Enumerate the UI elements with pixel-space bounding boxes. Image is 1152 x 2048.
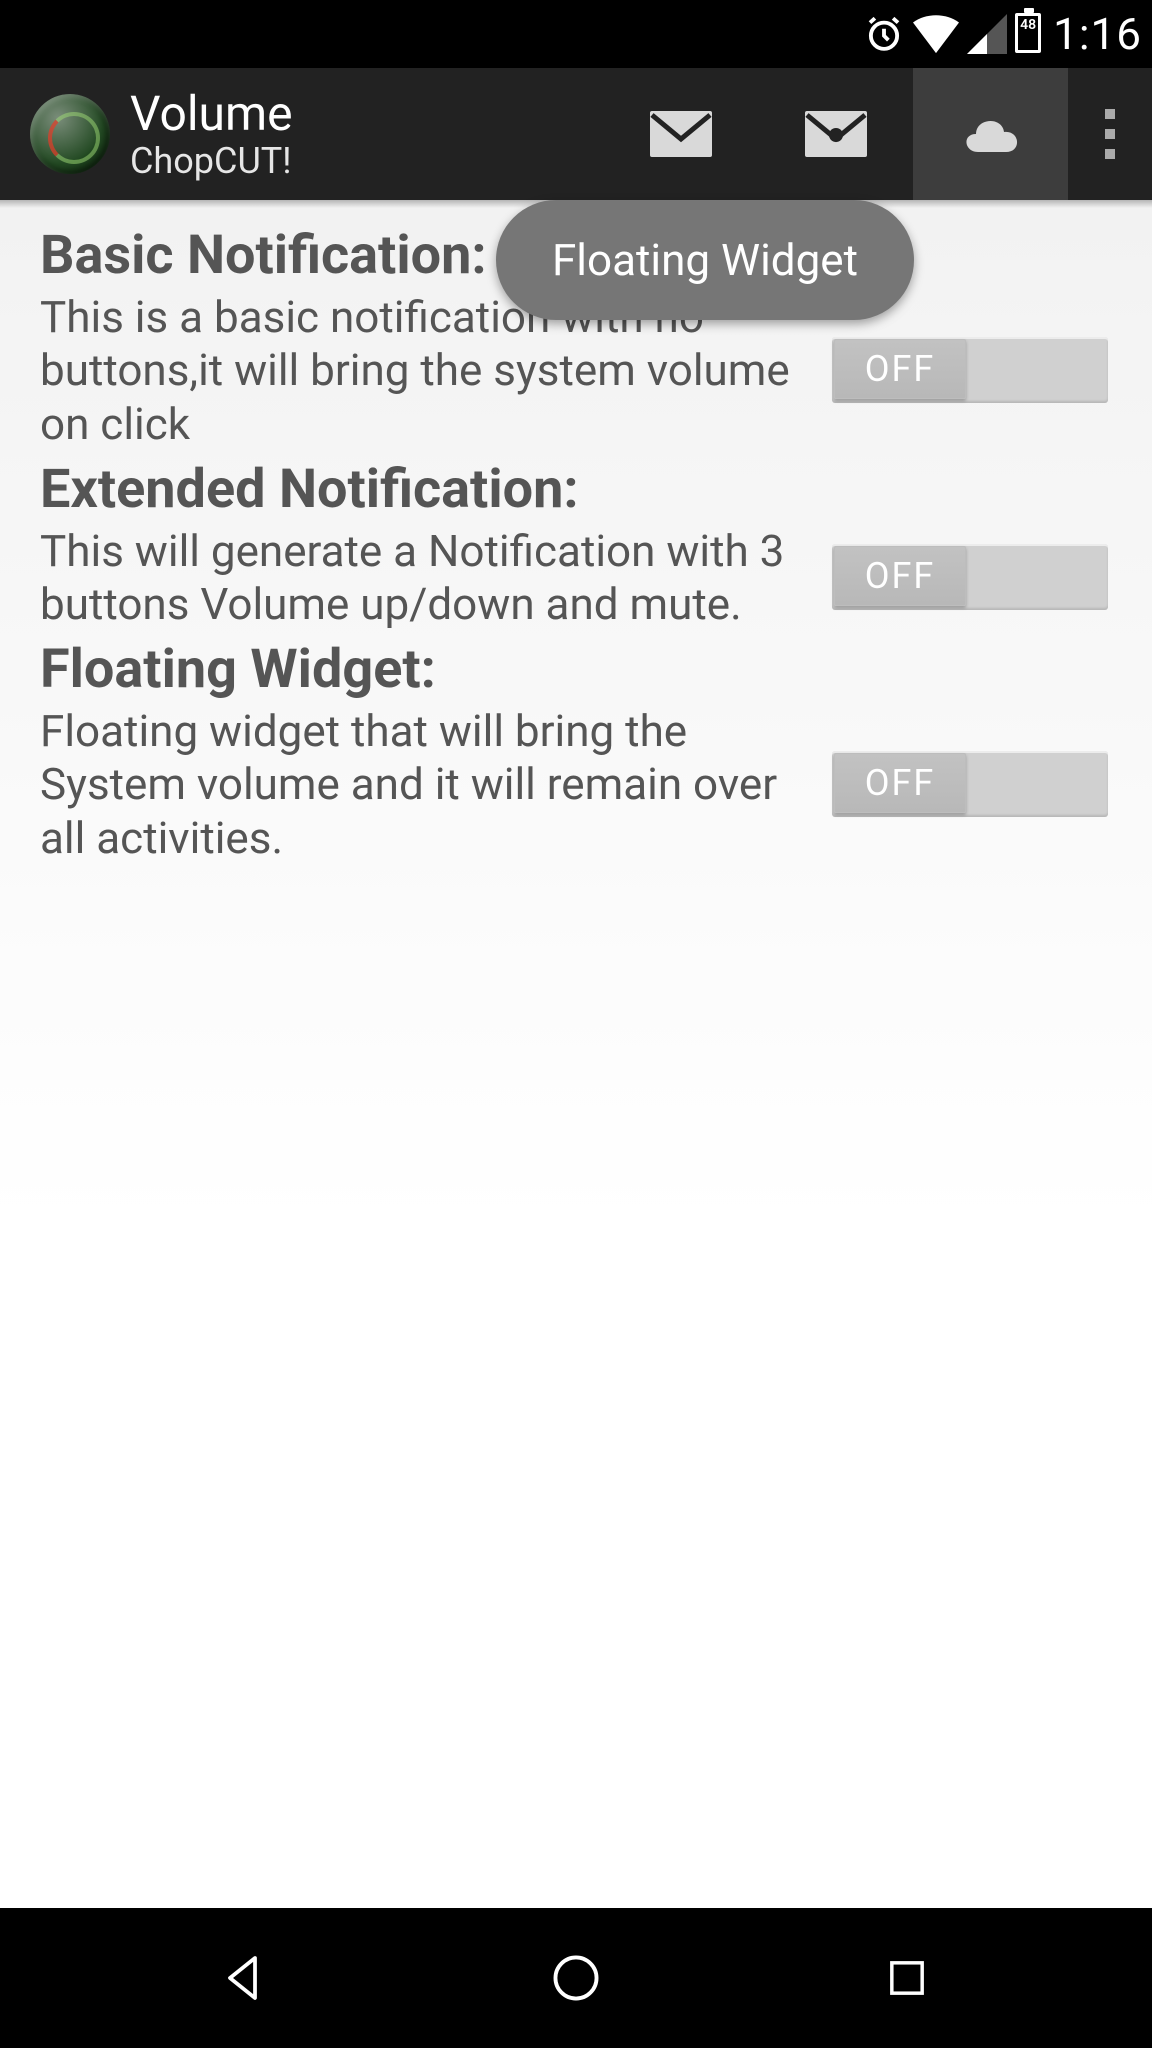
cloud-button[interactable]: [913, 68, 1068, 200]
toggle-thumb: OFF: [834, 546, 966, 606]
setting-extended-notification: Extended Notification: This will generat…: [40, 458, 1112, 632]
alarm-icon: [863, 13, 905, 55]
status-clock: 1:16: [1053, 8, 1142, 60]
overflow-menu-button[interactable]: [1068, 68, 1152, 200]
toggle-thumb: OFF: [834, 339, 966, 399]
app-title: Volume: [130, 87, 603, 141]
nav-back-button[interactable]: [185, 1918, 305, 2038]
setting-title: Floating Widget:: [40, 638, 1112, 703]
battery-percent: 48: [1018, 18, 1038, 32]
device-frame: 48 1:16 Volume ChopCUT!: [0, 0, 1152, 2048]
status-bar: 48 1:16: [0, 0, 1152, 68]
floating-widget-toggle[interactable]: OFF: [832, 751, 1108, 817]
overflow-dot-icon: [1105, 149, 1115, 159]
nav-recents-button[interactable]: [847, 1918, 967, 2038]
cell-signal-icon: [967, 14, 1007, 54]
setting-description: Floating widget that will bring the Syst…: [40, 705, 812, 866]
toggle-thumb: OFF: [834, 753, 966, 813]
wifi-icon: [913, 14, 959, 54]
basic-notification-toggle[interactable]: OFF: [832, 337, 1108, 403]
setting-description: This will generate a Notification with 3…: [40, 525, 812, 632]
mail-read-button[interactable]: [758, 68, 913, 200]
tooltip-floating-widget: Floating Widget: [496, 200, 914, 320]
action-bar: Volume ChopCUT!: [0, 68, 1152, 200]
app-subtitle: ChopCUT!: [130, 141, 603, 181]
overflow-dot-icon: [1105, 129, 1115, 139]
setting-floating-widget: Floating Widget: Floating widget that wi…: [40, 638, 1112, 866]
battery-icon: 48: [1015, 13, 1041, 55]
overflow-dot-icon: [1105, 109, 1115, 119]
navigation-bar: [0, 1908, 1152, 2048]
extended-notification-toggle[interactable]: OFF: [832, 544, 1108, 610]
content-area: Basic Notification: This is a basic noti…: [0, 200, 1152, 1908]
nav-home-button[interactable]: [516, 1918, 636, 2038]
setting-title: Extended Notification:: [40, 458, 1112, 523]
action-bar-titles: Volume ChopCUT!: [130, 87, 603, 181]
mail-button[interactable]: [603, 68, 758, 200]
tooltip-label: Floating Widget: [552, 234, 858, 286]
app-icon: [30, 94, 110, 174]
